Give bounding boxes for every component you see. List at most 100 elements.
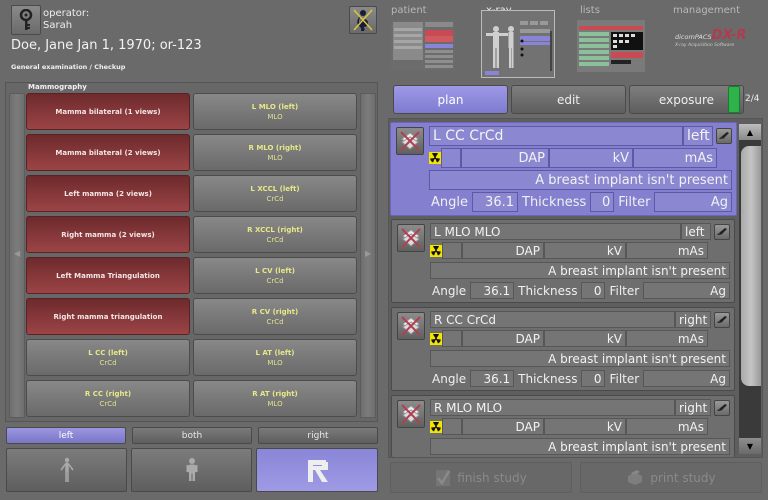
checkmark-icon (436, 469, 451, 486)
tab-edit[interactable]: edit (511, 85, 626, 114)
logout-key-button[interactable] (11, 5, 41, 35)
scrollbar-thumb[interactable] (741, 146, 761, 386)
exposure-counter-field (442, 242, 462, 259)
exposure-card[interactable]: R MLO MLO right DAP kV mAs A breast impl… (391, 395, 735, 457)
side-tab-left[interactable]: left (6, 427, 126, 444)
nav-xray-thumbnail[interactable] (481, 10, 555, 78)
exposure-card[interactable]: L CC CrCd left DAP kV mAs A breast impla… (390, 122, 737, 216)
print-study-button[interactable]: print study (580, 462, 762, 493)
arrow-up-icon: ▲ (746, 127, 754, 137)
delete-exposure-button[interactable] (397, 224, 425, 252)
thickness-label: Thickness (518, 371, 578, 386)
procedure-button[interactable]: L AT (left) MLO (193, 339, 357, 376)
radiation-icon (430, 420, 442, 433)
scroll-right-button[interactable]: ▶ (360, 93, 376, 418)
remove-cassette-icon (400, 131, 420, 151)
edit-exposure-button[interactable] (716, 128, 732, 144)
dap-field: DAP (462, 330, 544, 347)
scroll-down-button[interactable]: ▼ (739, 438, 761, 454)
filter-label: Filter (609, 371, 640, 386)
procedure-button[interactable]: L XCCL (left) CrCd (193, 175, 357, 212)
angle-field[interactable]: 36.1 (470, 370, 515, 387)
nav-lists-label[interactable]: lists (580, 5, 600, 16)
procedure-button[interactable]: Left mamma (2 views) (26, 175, 190, 212)
delete-exposure-button[interactable] (397, 312, 425, 340)
side-tab-both[interactable]: both (132, 427, 252, 444)
arrow-down-icon: ▼ (746, 441, 754, 451)
mas-field: mAs (633, 148, 717, 168)
procedure-button[interactable]: L CC (left) CrCd (26, 339, 190, 376)
mas-field: mAs (626, 330, 708, 347)
procedure-button[interactable]: R CC (right) CrCd (26, 380, 190, 417)
procedure-button[interactable]: Mamma bilateral (2 views) (26, 134, 190, 171)
procedure-button[interactable]: R AT (right) MLO (193, 380, 357, 417)
delete-exposure-button[interactable] (396, 127, 424, 155)
edit-exposure-button[interactable] (714, 399, 730, 416)
procedure-button[interactable]: L CV (left) CrCd (193, 257, 357, 294)
exposure-list-scrollbar[interactable]: ▲ ▼ (739, 124, 761, 454)
scroll-left-button[interactable]: ◀ (9, 93, 25, 418)
angle-field[interactable]: 36.1 (470, 282, 515, 299)
angle-label: Angle (432, 283, 467, 298)
procedure-button[interactable]: Mamma bilateral (1 views) (26, 93, 190, 130)
tab-plan[interactable]: plan (393, 85, 508, 114)
kv-field: kV (544, 242, 626, 259)
tab-exposure[interactable]: exposure (629, 85, 744, 114)
implant-note: A breast implant isn't present (429, 170, 732, 190)
procedure-button[interactable]: Left Mamma Triangulation (26, 257, 190, 294)
procedure-panel: Mammography ◀ ▶ Mamma bilateral (1 views… (5, 82, 378, 422)
angle-label: Angle (432, 371, 467, 386)
exposure-side: right (675, 311, 711, 328)
exposure-side: right (675, 399, 711, 416)
pen-icon (717, 227, 727, 235)
procedure-button[interactable]: Right mamma (2 views) (26, 216, 190, 253)
dap-field: DAP (461, 148, 549, 168)
mas-field: mAs (626, 242, 708, 259)
scroll-up-button[interactable]: ▲ (739, 124, 761, 140)
nav-patient-label[interactable]: patient (391, 5, 427, 16)
exposure-card[interactable]: R CC CrCd right DAP kV mAs A breast impl… (391, 307, 735, 391)
printer-icon (628, 469, 643, 485)
logo-tagline: X-ray Acquisition Software (675, 43, 735, 48)
remove-cassette-icon (401, 404, 421, 424)
patient-info: Doe, Jane Jan 1, 1970; or-123 (11, 38, 202, 53)
body-adult-button[interactable] (6, 448, 127, 492)
logo-prefix: dicomPACS (675, 33, 712, 41)
exposure-title: R CC CrCd (430, 311, 675, 328)
procedure-button[interactable]: R MLO (right) MLO (193, 134, 357, 171)
filter-field[interactable]: Ag (643, 282, 730, 299)
delete-exposure-button[interactable] (397, 400, 425, 428)
filter-label: Filter (618, 194, 651, 210)
implant-note: A breast implant isn't present (430, 262, 730, 279)
procedure-button[interactable]: R CV (right) CrCd (193, 298, 357, 335)
exposure-count: 2/4 (745, 94, 760, 104)
marker-r-button[interactable] (256, 448, 378, 492)
finish-study-button[interactable]: finish study (390, 462, 572, 493)
side-tab-right[interactable]: right (258, 427, 378, 444)
implant-note: A breast implant isn't present (430, 438, 730, 455)
exposure-card[interactable]: L MLO MLO left DAP kV mAs A breast impla… (391, 219, 735, 303)
thickness-field[interactable]: 0 (590, 192, 615, 212)
nav-patient-thumbnail[interactable] (391, 20, 455, 70)
thickness-field[interactable]: 0 (581, 282, 606, 299)
letter-r-icon (308, 460, 328, 482)
filter-field[interactable]: Ag (654, 192, 732, 212)
filter-field[interactable]: Ag (643, 370, 730, 387)
nav-management-label[interactable]: management (673, 5, 740, 16)
procedure-button[interactable]: R XCCL (right) CrCd (193, 216, 357, 253)
edit-exposure-button[interactable] (714, 311, 730, 328)
edit-exposure-button[interactable] (714, 223, 730, 240)
body-child-button[interactable] (131, 448, 252, 492)
arrow-right-icon: ▶ (365, 249, 372, 258)
body-front-icon (59, 457, 74, 482)
procedure-button[interactable]: L MLO (left) MLO (193, 93, 357, 130)
angle-field[interactable]: 36.1 (472, 192, 518, 212)
procedure-group-title: Mammography (28, 83, 87, 91)
operator-name: Sarah (43, 20, 73, 31)
thickness-field[interactable]: 0 (581, 370, 606, 387)
key-icon (19, 9, 33, 30)
pregnancy-toggle-button[interactable] (349, 6, 377, 34)
nav-lists-thumbnail[interactable] (577, 20, 645, 72)
exposure-side: left (683, 126, 713, 146)
procedure-button[interactable]: Right mamma triangulation (26, 298, 190, 335)
